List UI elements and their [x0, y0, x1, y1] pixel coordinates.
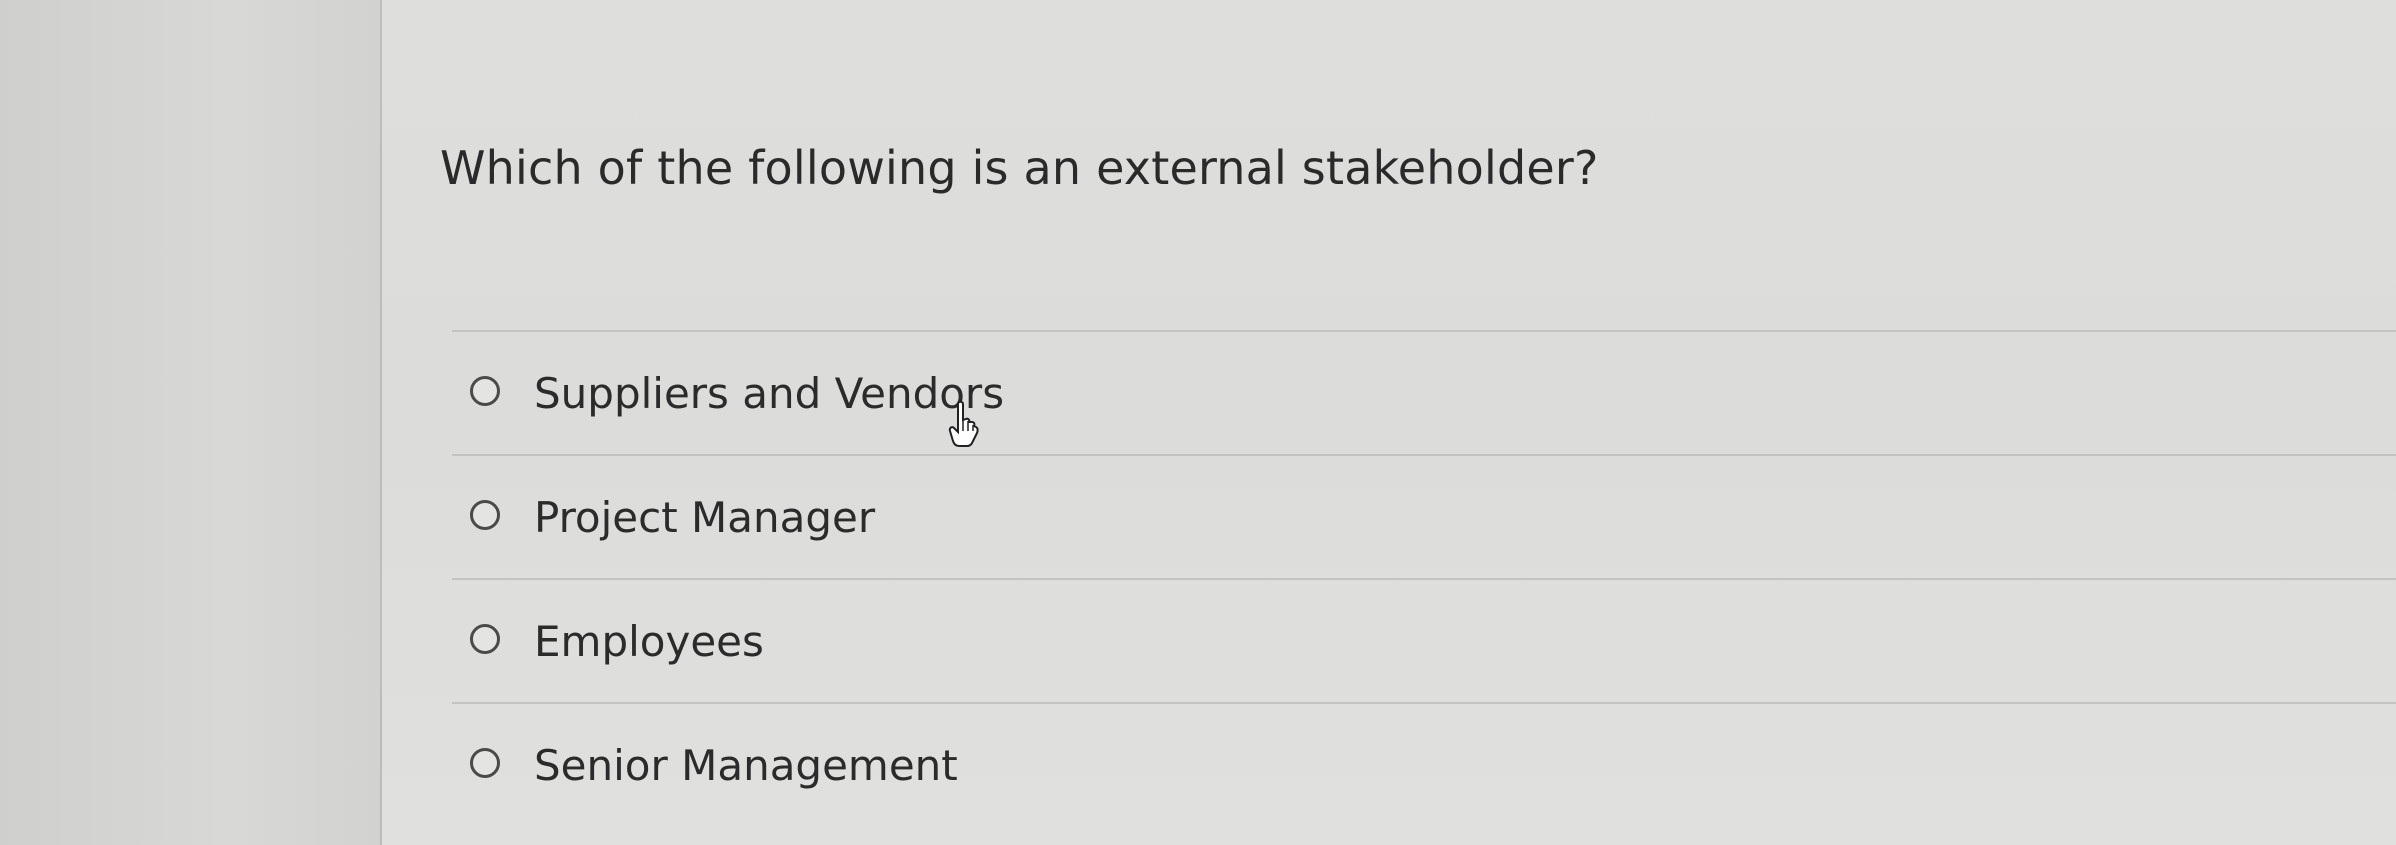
- hand-cursor-icon: [948, 400, 982, 448]
- radio-circle-icon[interactable]: [470, 748, 500, 778]
- answer-label[interactable]: Suppliers and Vendors: [534, 368, 1004, 420]
- radio-circle-icon[interactable]: [470, 376, 500, 406]
- question-text: Which of the following is an external st…: [440, 141, 1599, 195]
- radio-circle-icon[interactable]: [470, 624, 500, 654]
- answer-label[interactable]: Project Manager: [534, 492, 875, 544]
- answer-option-senior-management[interactable]: Senior Management: [452, 702, 2396, 824]
- left-gutter: [0, 0, 382, 845]
- answer-list: Suppliers and Vendors Project Manager Em…: [452, 330, 2396, 824]
- answer-label[interactable]: Employees: [534, 616, 764, 668]
- answer-label[interactable]: Senior Management: [534, 740, 958, 792]
- answer-option-employees[interactable]: Employees: [452, 578, 2396, 702]
- radio-circle-icon[interactable]: [470, 500, 500, 530]
- answer-option-suppliers-and-vendors[interactable]: Suppliers and Vendors: [452, 330, 2396, 454]
- answer-option-project-manager[interactable]: Project Manager: [452, 454, 2396, 578]
